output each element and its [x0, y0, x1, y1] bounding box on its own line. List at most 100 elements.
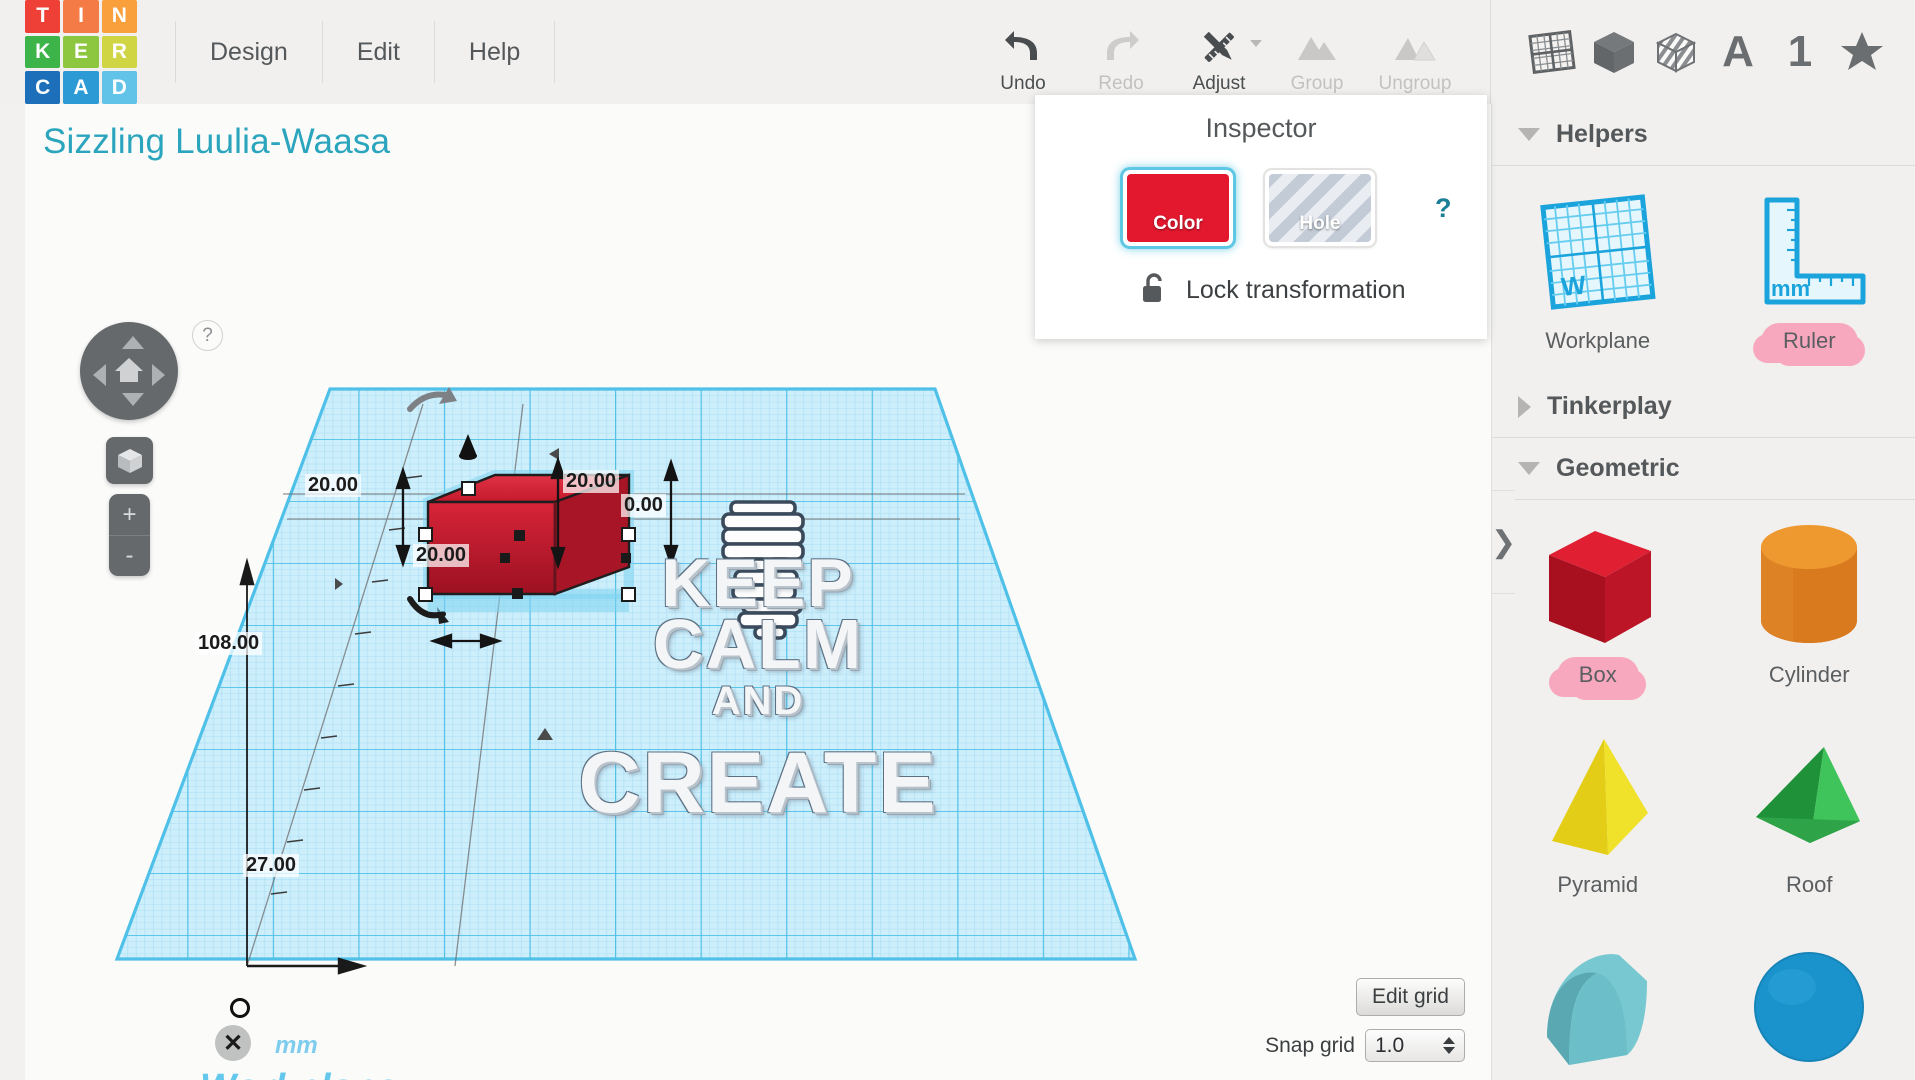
dimension-z-offset[interactable]: 0.00: [621, 494, 666, 517]
sidebar-item-label: Box: [1579, 662, 1617, 688]
tinkercad-logo[interactable]: T I N K E R C A D: [25, 0, 137, 104]
adjust-icon: [1198, 26, 1240, 68]
page-title[interactable]: Sizzling Luulia-Waasa: [43, 122, 390, 162]
ruler-helper-icon: mm: [1745, 182, 1873, 324]
logo-tile: E: [63, 36, 98, 69]
ungroup-button[interactable]: Ungroup: [1366, 10, 1464, 95]
nav-down-icon[interactable]: [122, 393, 144, 406]
ruler-measure-y[interactable]: 108.00: [195, 632, 262, 655]
menu-help[interactable]: Help: [435, 21, 555, 83]
chevron-right-icon[interactable]: ❯: [1491, 490, 1515, 594]
dimension-height[interactable]: 20.00: [563, 470, 619, 493]
dimension-width[interactable]: 20.00: [413, 544, 469, 567]
sidebar-item-box[interactable]: Box: [1492, 500, 1704, 710]
hole-cube-icon[interactable]: [1645, 21, 1707, 83]
undo-icon: [1003, 26, 1043, 68]
text-a-glyph: A: [1722, 30, 1754, 74]
inspector-swatches: Color Hole ?: [1035, 170, 1487, 246]
hole-swatch-button[interactable]: Hole: [1265, 170, 1375, 246]
star-icon[interactable]: [1831, 21, 1893, 83]
close-icon[interactable]: ✕: [215, 1025, 251, 1061]
snap-grid-select[interactable]: 1.0: [1365, 1029, 1465, 1062]
color-swatch-label: Color: [1153, 213, 1203, 235]
sidebar-item-pyramid[interactable]: Pyramid: [1492, 710, 1704, 920]
view-navigation-pad[interactable]: [80, 322, 178, 420]
sidebar-section-helpers[interactable]: Helpers: [1492, 104, 1915, 166]
hole-swatch: Hole: [1269, 174, 1371, 242]
svg-text:W: W: [1560, 269, 1588, 301]
chevron-down-icon: [1518, 462, 1540, 475]
zoom-controls: + -: [109, 494, 150, 576]
nav-help-icon[interactable]: ?: [192, 320, 223, 351]
zoom-out-button[interactable]: -: [109, 535, 150, 576]
action-toolbar: Undo Redo: [974, 10, 1464, 95]
redo-icon: [1101, 26, 1141, 68]
ungroup-label: Ungroup: [1379, 73, 1452, 95]
sphere-shape-icon: [1748, 936, 1870, 1078]
sidebar-item-round-roof[interactable]: Round Roof: [1492, 920, 1704, 1080]
sidebar-section-geometric[interactable]: Geometric: [1492, 438, 1915, 500]
sidebar-item-roof[interactable]: Roof: [1704, 710, 1915, 920]
dimension-depth[interactable]: 20.00: [305, 474, 361, 497]
pyramid-shape-icon: [1538, 726, 1658, 868]
undo-button[interactable]: Undo: [974, 10, 1072, 95]
help-icon[interactable]: ?: [1435, 193, 1452, 224]
sidebar-section-tinkerplay[interactable]: Tinkerplay: [1492, 376, 1915, 438]
ungroup-icon: [1392, 26, 1438, 68]
sidebar-item-sphere[interactable]: Sphere: [1704, 920, 1915, 1080]
fit-view-cube-button[interactable]: [106, 437, 153, 484]
logo-tile: N: [102, 0, 137, 33]
nav-up-icon[interactable]: [122, 336, 144, 349]
sidebar-item-label: Pyramid: [1557, 872, 1638, 898]
group-label: Group: [1291, 73, 1344, 95]
adjust-button[interactable]: Adjust: [1170, 10, 1268, 95]
number-one-icon[interactable]: 1: [1769, 21, 1831, 83]
snap-grid-value: 1.0: [1375, 1034, 1404, 1058]
logo-tile: I: [63, 0, 98, 33]
sidebar-item-label: Ruler: [1783, 328, 1836, 354]
nav-right-icon[interactable]: [152, 364, 165, 386]
sidebar-item-label: Workplane: [1545, 328, 1650, 354]
snap-grid-control: Snap grid 1.0: [1265, 1029, 1465, 1062]
ruler-origin-handle[interactable]: [230, 998, 250, 1018]
logo-tile: R: [102, 36, 137, 69]
sidebar-item-workplane[interactable]: W Workplane: [1492, 166, 1704, 376]
hole-swatch-label: Hole: [1299, 213, 1340, 235]
color-swatch-button[interactable]: Color: [1123, 170, 1233, 246]
logo-tile: K: [25, 36, 60, 69]
snap-grid-label: Snap grid: [1265, 1034, 1355, 1058]
logo-tile: C: [25, 71, 60, 104]
group-icon: [1294, 26, 1340, 68]
edit-grid-button[interactable]: Edit grid: [1356, 978, 1465, 1016]
color-swatch: Color: [1127, 174, 1229, 242]
inspector-panel: Inspector Color Hole ? Lock transformati…: [1035, 95, 1487, 339]
home-view-icon[interactable]: [113, 354, 145, 386]
round-roof-shape-icon: [1535, 936, 1661, 1078]
logo-tile: T: [25, 0, 60, 33]
menu-design[interactable]: Design: [175, 21, 323, 83]
inspector-title: Inspector: [1035, 95, 1487, 144]
logo-tile: D: [102, 71, 137, 104]
lock-transformation-row[interactable]: Lock transformation: [1035, 272, 1487, 309]
text-a-icon[interactable]: A: [1707, 21, 1769, 83]
workplane-grid-icon[interactable]: [1521, 21, 1583, 83]
sidebar-item-cylinder[interactable]: Cylinder: [1704, 500, 1915, 710]
sidebar-section-title: Helpers: [1556, 120, 1648, 149]
chevron-down-icon: [1518, 128, 1540, 141]
group-button[interactable]: Group: [1268, 10, 1366, 95]
ruler-measure-x[interactable]: 27.00: [243, 854, 299, 877]
menu-edit[interactable]: Edit: [323, 21, 435, 83]
redo-label: Redo: [1098, 73, 1143, 95]
chevron-down-icon[interactable]: [1250, 40, 1262, 47]
nav-left-icon[interactable]: [93, 364, 106, 386]
redo-button[interactable]: Redo: [1072, 10, 1170, 95]
zoom-in-button[interactable]: +: [109, 494, 150, 535]
top-toolbar: T I N K E R C A D Design Edit Help Undo …: [0, 0, 1915, 104]
solid-cube-icon[interactable]: [1583, 21, 1645, 83]
sidebar-item-ruler[interactable]: mm Ruler: [1704, 166, 1915, 376]
undo-label: Undo: [1000, 73, 1045, 95]
spinner-icon[interactable]: [1443, 1037, 1455, 1054]
ruler-unit-label: mm: [275, 1032, 318, 1060]
roof-shape-icon: [1748, 726, 1870, 868]
workplane-helper-icon: W: [1534, 182, 1662, 324]
